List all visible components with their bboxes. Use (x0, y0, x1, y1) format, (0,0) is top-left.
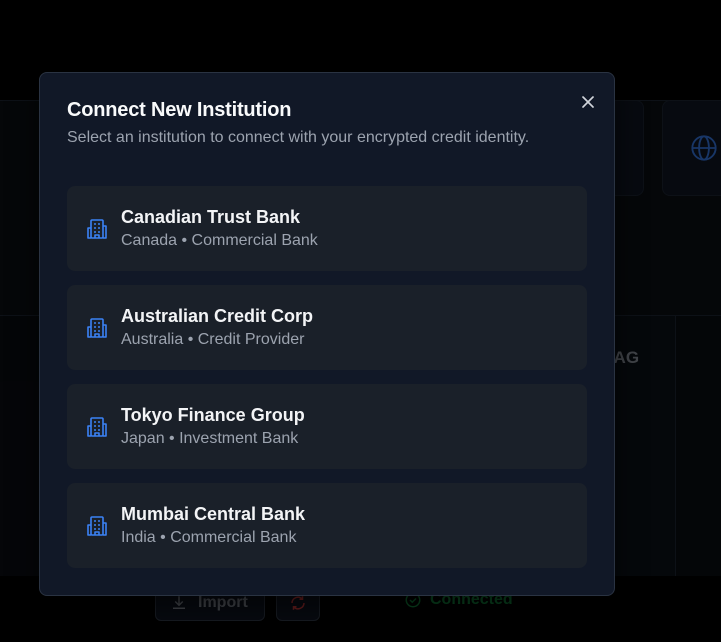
institution-name: Canadian Trust Bank (121, 207, 301, 227)
import-label: Import (198, 594, 248, 611)
close-button[interactable] (577, 91, 599, 113)
institution-meta: India • Commercial Bank (121, 529, 297, 546)
dialog-title: Connect New Institution (67, 99, 292, 121)
institution-meta: Japan • Investment Bank (121, 430, 299, 447)
building-icon (87, 416, 107, 437)
close-icon (582, 96, 594, 108)
globe-icon (691, 135, 717, 161)
institution-item[interactable]: Mumbai Central Bank India • Commercial B… (67, 483, 587, 568)
institution-name: Tokyo Finance Group (121, 405, 305, 425)
building-icon (87, 218, 107, 239)
institution-meta: Canada • Commercial Bank (121, 232, 318, 249)
institution-list: Canadian Trust Bank Canada • Commercial … (67, 186, 587, 582)
connect-institution-dialog: Connect New Institution Select an instit… (39, 72, 615, 596)
building-icon (87, 317, 107, 338)
institution-item[interactable]: Australian Credit Corp Australia • Credi… (67, 285, 587, 370)
institution-item[interactable]: Canadian Trust Bank Canada • Commercial … (67, 186, 587, 271)
download-icon (173, 596, 185, 609)
building-icon (87, 515, 107, 536)
institution-name: Australian Credit Corp (121, 306, 314, 326)
institution-item[interactable]: Tokyo Finance Group Japan • Investment B… (67, 384, 587, 469)
institution-name: Mumbai Central Bank (121, 504, 306, 524)
institution-meta: Australia • Credit Provider (121, 331, 305, 348)
sync-icon (291, 596, 305, 610)
dialog-subtitle: Select an institution to connect with yo… (67, 129, 530, 146)
app-stage: s AG Import Connected Connect New Instit… (0, 0, 721, 642)
